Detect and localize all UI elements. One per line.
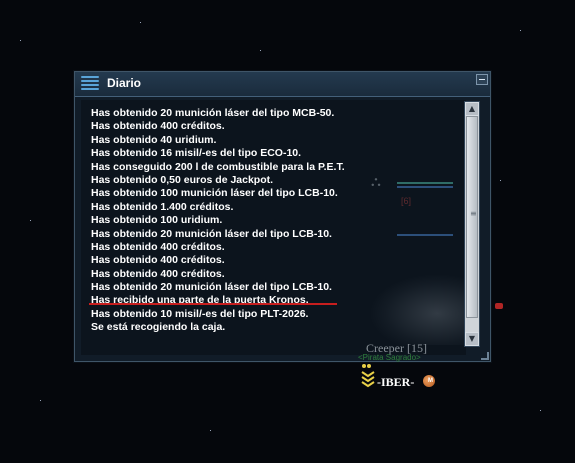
log-entry: Has obtenido 100 uridium. (91, 214, 223, 227)
log-entry: Has obtenido 400 créditos. (91, 254, 225, 267)
log-entry: Has obtenido 0,50 euros de Jackpot. (91, 173, 274, 186)
log-entry: Has obtenido 400 créditos. (91, 267, 225, 280)
journal-scrollbar[interactable]: ▲ ≡ ▼ (464, 101, 480, 347)
enemy-marker-icon (495, 303, 503, 309)
log-entry: Has obtenido 1.400 créditos. (91, 200, 234, 213)
background-hp-bar (397, 186, 453, 188)
log-entry: Has obtenido 20 munición láser del tipo … (91, 281, 332, 294)
window-title: Diario (107, 76, 142, 90)
mmo-faction-icon (423, 375, 435, 387)
log-entry: Has obtenido 20 munición láser del tipo … (91, 227, 332, 240)
arrow-up-icon[interactable]: ▲ (465, 102, 479, 116)
npc-clan-label: <Pirata Sagrado> (358, 353, 421, 362)
highlight-underline (89, 303, 337, 305)
list-icon (81, 76, 99, 92)
background-shield-bar (397, 182, 453, 184)
arrow-down-icon[interactable]: ▼ (465, 332, 479, 346)
log-entry: Has obtenido 400 créditos. (91, 120, 225, 133)
log-entry: Has obtenido 16 misil/-es del tipo ECO-1… (91, 147, 302, 160)
resize-grip[interactable] (481, 352, 489, 360)
journal-window: Diario ⛬ [6] Has obtenido 20 munición lá… (74, 71, 491, 362)
rank-chevrons-icon (361, 364, 375, 388)
minimize-button[interactable] (476, 74, 488, 85)
log-entry-highlighted: Has recibido una parte de la puerta Kron… (91, 294, 309, 307)
journal-log-list: Has obtenido 20 munición láser del tipo … (91, 107, 345, 335)
log-entry: Has obtenido 400 créditos. (91, 240, 225, 253)
background-npc-label: [6] (401, 196, 412, 206)
journal-content: ⛬ [6] Has obtenido 20 munición láser del… (81, 100, 466, 355)
log-entry: Has obtenido 40 uridium. (91, 133, 217, 146)
background-bar (397, 234, 453, 236)
scroll-thumb[interactable]: ≡ (466, 116, 478, 318)
log-entry: Has obtenido 10 misil/-es del tipo PLT-2… (91, 307, 309, 320)
grip-icon: ≡ (470, 209, 477, 218)
window-titlebar[interactable]: Diario (75, 72, 490, 97)
log-entry: Has obtenido 20 munición láser del tipo … (91, 107, 335, 119)
background-ship-icon: ⛬ (371, 174, 381, 190)
player-name: -IBER- (377, 375, 415, 389)
log-entry: Has obtenido 100 munición láser del tipo… (91, 187, 338, 200)
log-entry: Se está recogiendo la caja. (91, 321, 226, 334)
background-ship (371, 275, 466, 345)
log-entry: Has conseguido 200 l de combustible para… (91, 160, 345, 173)
